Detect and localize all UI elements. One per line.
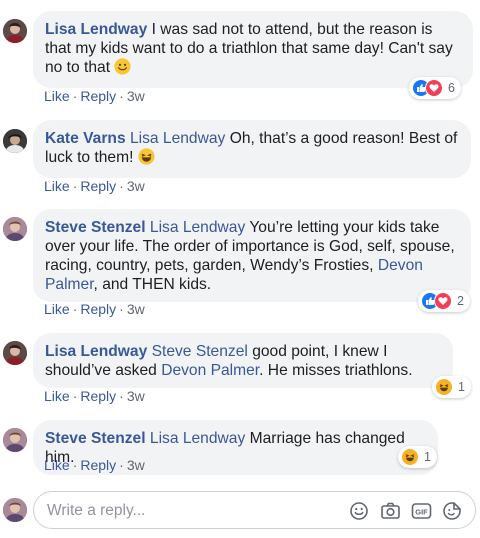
inline-mention[interactable]: Devon Palmer: [161, 362, 259, 379]
reply-link[interactable]: Reply: [80, 88, 116, 104]
avatar[interactable]: [3, 498, 27, 522]
comment-text: . He misses triathlons.: [259, 362, 413, 379]
comment-actions: Like · Reply · 3w: [44, 457, 145, 473]
like-link[interactable]: Like: [44, 178, 70, 194]
comment-bubble: Lisa Lendway I was sad not to attend, bu…: [33, 11, 473, 88]
like-link[interactable]: Like: [44, 301, 70, 317]
timestamp[interactable]: 3w: [127, 457, 145, 473]
haha-reaction-icon: [401, 448, 419, 466]
avatar[interactable]: [3, 217, 27, 241]
gif-icon[interactable]: GIF: [411, 501, 432, 521]
reply-link[interactable]: Reply: [80, 457, 116, 473]
avatar[interactable]: [3, 19, 27, 43]
like-link[interactable]: Like: [44, 457, 70, 473]
haha-reaction-icon: [435, 378, 453, 396]
reaction-summary[interactable]: 1: [432, 376, 471, 398]
svg-text:GIF: GIF: [415, 508, 428, 517]
reaction-count: 2: [457, 294, 464, 308]
comment-mention[interactable]: Lisa Lendway: [130, 130, 225, 147]
laugh-icon: [138, 148, 155, 170]
reply-link[interactable]: Reply: [80, 388, 116, 404]
love-reaction-icon: [425, 79, 443, 97]
timestamp[interactable]: 3w: [127, 301, 145, 317]
sticker-icon[interactable]: [442, 501, 463, 521]
avatar[interactable]: [3, 129, 27, 153]
comment-bubble: Lisa Lendway Steve Stenzel good point, I…: [33, 333, 453, 388]
comment-bubble: Steve Stenzel Lisa Lendway You’re lettin…: [33, 209, 471, 302]
comment-actions: Like · Reply · 3w: [44, 301, 145, 317]
comment-author[interactable]: Lisa Lendway: [45, 21, 147, 38]
comment-text: , and THEN kids.: [93, 276, 212, 293]
reaction-summary[interactable]: 1: [398, 446, 437, 468]
comment-author[interactable]: Steve Stenzel: [45, 219, 146, 236]
comment-actions: Like · Reply · 3w: [44, 88, 145, 104]
comment-mention[interactable]: Lisa Lendway: [150, 430, 245, 447]
comment-actions: Like · Reply · 3w: [44, 388, 145, 404]
like-link[interactable]: Like: [44, 388, 70, 404]
love-reaction-icon: [434, 292, 452, 310]
comment-bubble: Kate Varns Lisa Lendway Oh, that’s a goo…: [33, 120, 471, 178]
emoji-icon[interactable]: [349, 501, 370, 521]
reaction-summary[interactable]: 6: [409, 77, 461, 99]
avatar[interactable]: [3, 428, 27, 452]
comment-mention[interactable]: Lisa Lendway: [150, 219, 245, 236]
comment-mention[interactable]: Steve Stenzel: [152, 343, 248, 360]
timestamp[interactable]: 3w: [127, 388, 145, 404]
like-link[interactable]: Like: [44, 88, 70, 104]
comment-author[interactable]: Steve Stenzel: [45, 430, 146, 447]
smile-icon: [114, 58, 131, 80]
comment-author[interactable]: Kate Varns: [45, 130, 126, 147]
reply-link[interactable]: Reply: [80, 178, 116, 194]
reaction-summary[interactable]: 2: [418, 290, 470, 312]
timestamp[interactable]: 3w: [127, 88, 145, 104]
avatar[interactable]: [3, 341, 27, 365]
comment-actions: Like · Reply · 3w: [44, 178, 145, 194]
reaction-count: 1: [424, 450, 431, 464]
reply-placeholder: Write a reply...: [47, 502, 146, 519]
reply-link[interactable]: Reply: [80, 301, 116, 317]
camera-icon[interactable]: [380, 501, 401, 521]
reply-toolbar: GIF: [349, 501, 463, 521]
reply-input[interactable]: Write a reply... GIF: [33, 491, 476, 529]
comment-author[interactable]: Lisa Lendway: [45, 343, 147, 360]
reaction-count: 1: [458, 380, 465, 394]
reaction-count: 6: [448, 81, 455, 95]
timestamp[interactable]: 3w: [127, 178, 145, 194]
